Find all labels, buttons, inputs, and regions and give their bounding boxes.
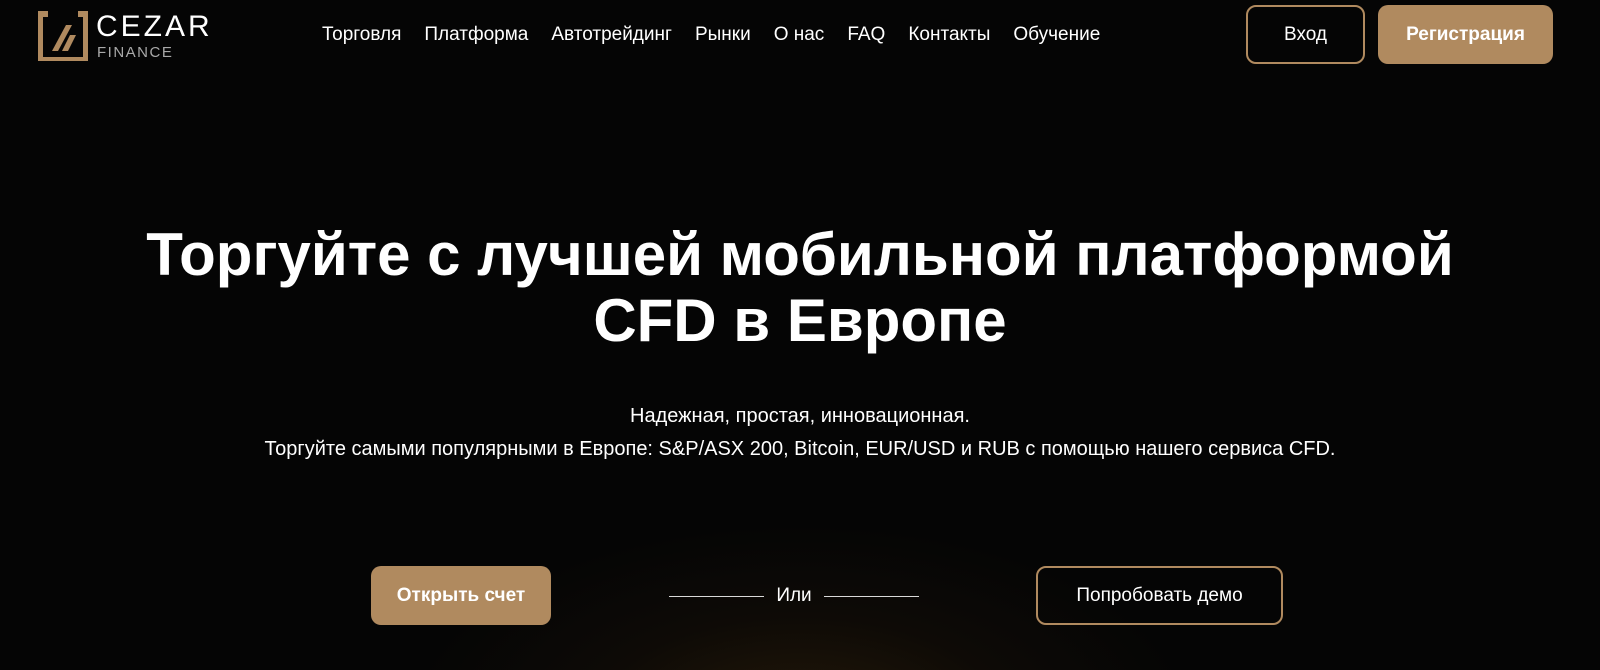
landing-page: CEZAR FINANCE Торговля Платформа Автотре… — [0, 0, 1600, 670]
cta-row: Открыть счет Или Попробовать демо — [0, 566, 1600, 626]
nav-item-trading[interactable]: Торговля — [322, 22, 401, 48]
nav-item-contacts[interactable]: Контакты — [908, 22, 990, 48]
try-demo-button[interactable]: Попробовать демо — [1036, 566, 1283, 625]
nav-item-markets[interactable]: Рынки — [695, 22, 751, 48]
brand-name: CEZAR — [96, 10, 213, 43]
logo-mark-icon — [38, 11, 88, 61]
hero-subtitle-line-1: Надежная, простая, инновационная. — [630, 405, 970, 427]
or-divider: Или — [669, 583, 919, 609]
nav-item-autotrading[interactable]: Автотрейдинг — [551, 22, 672, 48]
brand-subtitle: FINANCE — [97, 44, 174, 61]
nav-item-faq[interactable]: FAQ — [847, 22, 885, 48]
main-nav: Торговля Платформа Автотрейдинг Рынки О … — [322, 22, 1123, 48]
hero-subtitle: Надежная, простая, инновационная. Торгуй… — [100, 400, 1500, 466]
site-header: CEZAR FINANCE Торговля Платформа Автотре… — [0, 0, 1600, 70]
login-button[interactable]: Вход — [1246, 5, 1365, 64]
or-label: Или — [776, 585, 812, 606]
brand-logo[interactable]: CEZAR FINANCE — [38, 9, 210, 61]
open-account-button[interactable]: Открыть счет — [371, 566, 551, 625]
hero-subtitle-line-2: Торгуйте самыми популярными в Европе: S&… — [264, 438, 1336, 460]
divider-line-left — [669, 595, 764, 597]
nav-item-education[interactable]: Обучение — [1013, 22, 1100, 48]
nav-item-about[interactable]: О нас — [774, 22, 825, 48]
divider-line-right — [824, 595, 919, 597]
nav-item-platform[interactable]: Платформа — [424, 22, 528, 48]
register-button[interactable]: Регистрация — [1378, 5, 1553, 64]
hero-title: Торгуйте с лучшей мобильной платформой C… — [146, 221, 1454, 354]
